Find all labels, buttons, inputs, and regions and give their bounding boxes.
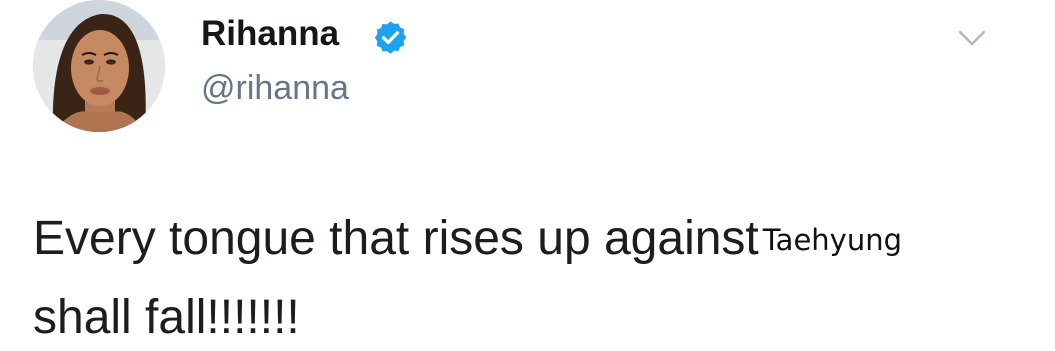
- tweet-text-line1: Every tongue that rises up against: [33, 212, 759, 265]
- chevron-down-icon[interactable]: [950, 24, 994, 54]
- tweet-card: Rihanna @rihanna Every tongue that rises…: [0, 0, 1055, 351]
- verified-badge-icon: [374, 21, 407, 54]
- tweet-text: Every tongue that rises up against Taehyu…: [33, 200, 1043, 351]
- user-handle[interactable]: @rihanna: [201, 68, 349, 108]
- display-name[interactable]: Rihanna: [201, 14, 339, 54]
- avatar-photo: [33, 0, 165, 132]
- tweet-text-line2: shall fall!!!!!!!: [33, 291, 300, 344]
- avatar[interactable]: [33, 0, 165, 132]
- overlay-name-text: Taehyung: [762, 223, 903, 257]
